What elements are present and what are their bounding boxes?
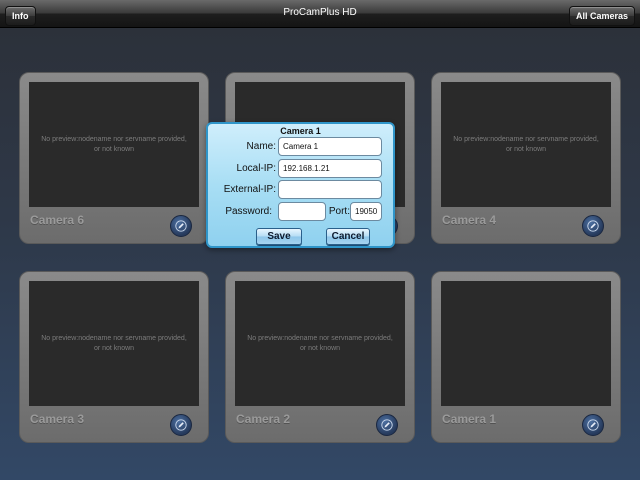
- pencil-icon: [587, 220, 599, 232]
- local-ip-field[interactable]: [278, 159, 382, 178]
- pencil-icon: [175, 220, 187, 232]
- password-label: Password:: [225, 206, 272, 217]
- camera-label: Camera 3: [30, 412, 85, 426]
- all-cameras-button[interactable]: All Cameras: [568, 6, 635, 26]
- external-ip-field[interactable]: [278, 180, 382, 199]
- app-title: ProCamPlus HD: [283, 7, 357, 18]
- camera-preview: No preview:nodename nor servname provide…: [29, 281, 199, 406]
- password-field[interactable]: [278, 202, 326, 221]
- camera-edit-dialog: Camera 1 Name: Local-IP: External-IP: Pa…: [206, 122, 395, 248]
- save-button[interactable]: Save: [256, 228, 302, 245]
- edit-camera-button[interactable]: [582, 414, 604, 436]
- camera-tile[interactable]: No preview:nodename nor servname provide…: [19, 72, 209, 244]
- cancel-button[interactable]: Cancel: [326, 228, 370, 245]
- camera-label: Camera 6: [30, 213, 85, 227]
- port-label: Port:: [328, 206, 350, 217]
- dialog-title: Camera 1: [280, 126, 321, 136]
- pencil-icon: [587, 419, 599, 431]
- camera-preview: No preview:nodename nor servname provide…: [441, 82, 611, 207]
- camera-preview: [441, 281, 611, 406]
- external-ip-label: External-IP:: [223, 184, 276, 195]
- edit-camera-button[interactable]: [582, 215, 604, 237]
- edit-camera-button[interactable]: [376, 414, 398, 436]
- camera-label: Camera 4: [442, 213, 497, 227]
- top-navigation-bar: Info ProCamPlus HD All Cameras: [0, 0, 640, 28]
- camera-label: Camera 2: [236, 412, 291, 426]
- camera-preview: No preview:nodename nor servname provide…: [29, 82, 199, 207]
- camera-tile[interactable]: No preview:nodename nor servname provide…: [19, 271, 209, 443]
- name-field[interactable]: [278, 137, 382, 156]
- name-label: Name:: [246, 141, 276, 152]
- port-field[interactable]: [350, 202, 382, 221]
- edit-camera-button[interactable]: [170, 215, 192, 237]
- camera-label: Camera 1: [442, 412, 497, 426]
- camera-tile[interactable]: No preview:nodename nor servname provide…: [431, 72, 621, 244]
- pencil-icon: [381, 419, 393, 431]
- camera-preview: No preview:nodename nor servname provide…: [235, 281, 405, 406]
- camera-tile[interactable]: No preview:nodename nor servname provide…: [225, 271, 415, 443]
- edit-camera-button[interactable]: [170, 414, 192, 436]
- pencil-icon: [175, 419, 187, 431]
- local-ip-label: Local-IP:: [236, 163, 276, 174]
- camera-tile[interactable]: Camera 1: [431, 271, 621, 443]
